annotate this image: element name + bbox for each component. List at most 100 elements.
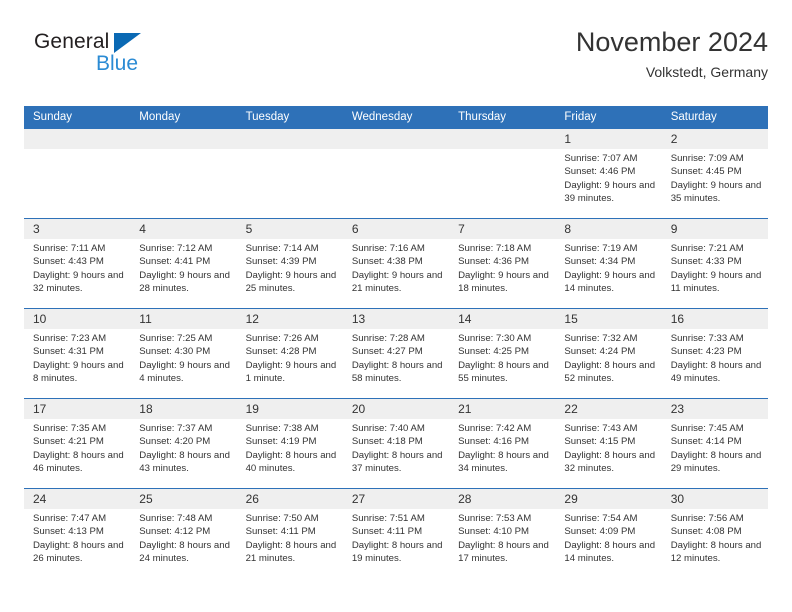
sunset-time: Sunset: 4:14 PM bbox=[670, 436, 742, 448]
calendar-week-row: 3 Sunrise: 7:11 AM Sunset: 4:43 PM Daylight… bbox=[24, 218, 768, 309]
calendar-day-cell[interactable]: 5 Sunrise: 7:14 AM Sunset: 4:39 PM Daylight… bbox=[236, 218, 343, 309]
daylight-duration: Daylight: 8 hours and 55 minutes. bbox=[458, 359, 549, 384]
calendar-day-cell[interactable]: 28 Sunrise: 7:53 AM Sunset: 4:10 PM Dayligh… bbox=[449, 488, 556, 579]
daylight-duration: Daylight: 9 hours and 18 minutes. bbox=[458, 269, 549, 294]
day-details: Sunrise: 7:30 AM Sunset: 4:25 PM Daylight:… bbox=[449, 329, 555, 385]
day-number: 7 bbox=[449, 219, 556, 239]
day-number: 5 bbox=[236, 219, 343, 239]
calendar-day-cell[interactable]: 26 Sunrise: 7:50 AM Sunset: 4:11 PM Dayligh… bbox=[236, 488, 343, 579]
day-number: 21 bbox=[449, 399, 556, 419]
day-number: 17 bbox=[24, 399, 131, 419]
daylight-duration: Daylight: 9 hours and 8 minutes. bbox=[33, 359, 124, 384]
daylight-duration: Daylight: 8 hours and 46 minutes. bbox=[33, 449, 124, 474]
sunset-time: Sunset: 4:34 PM bbox=[564, 256, 636, 268]
calendar-day-cell[interactable]: 4 Sunrise: 7:12 AM Sunset: 4:41 PM Daylight… bbox=[130, 218, 237, 309]
day-details: Sunrise: 7:18 AM Sunset: 4:36 PM Daylight:… bbox=[449, 239, 555, 295]
calendar-day-cell[interactable]: 8 Sunrise: 7:19 AM Sunset: 4:34 PM Daylight… bbox=[555, 218, 662, 309]
sunset-time: Sunset: 4:33 PM bbox=[670, 256, 742, 268]
sunrise-sunset-calendar: Sunday Monday Tuesday Wednesday Thursday… bbox=[24, 106, 768, 579]
sunrise-time: Sunrise: 7:18 AM bbox=[458, 243, 532, 254]
daylight-duration: Daylight: 9 hours and 14 minutes. bbox=[564, 269, 656, 294]
calendar-day-cell[interactable]: 23 Sunrise: 7:45 AM Sunset: 4:14 PM Dayligh… bbox=[661, 398, 768, 489]
calendar-week-row: 1 Sunrise: 7:07 AM Sunset: 4:46 PM Daylight… bbox=[24, 128, 768, 219]
sunrise-time: Sunrise: 7:37 AM bbox=[139, 423, 213, 434]
daylight-duration: Daylight: 8 hours and 24 minutes. bbox=[139, 539, 230, 564]
calendar-day-cell[interactable]: 12 Sunrise: 7:26 AM Sunset: 4:28 PM Dayligh… bbox=[236, 308, 343, 399]
sunset-time: Sunset: 4:20 PM bbox=[139, 436, 211, 448]
daylight-duration: Daylight: 8 hours and 19 minutes. bbox=[351, 539, 443, 564]
sunset-time: Sunset: 4:31 PM bbox=[33, 346, 104, 358]
day-details: Sunrise: 7:40 AM Sunset: 4:18 PM Daylight:… bbox=[343, 419, 449, 475]
sunset-time: Sunset: 4:28 PM bbox=[245, 346, 317, 358]
calendar-day-cell[interactable]: 7 Sunrise: 7:18 AM Sunset: 4:36 PM Daylight… bbox=[449, 218, 556, 309]
sunset-time: Sunset: 4:19 PM bbox=[245, 436, 317, 448]
day-details: Sunrise: 7:11 AM Sunset: 4:43 PM Daylight:… bbox=[24, 239, 130, 295]
daylight-duration: Daylight: 8 hours and 49 minutes. bbox=[670, 359, 762, 384]
general-blue-logo[interactable]: General Blue bbox=[34, 30, 254, 88]
day-number: 22 bbox=[555, 399, 662, 419]
calendar-body: 1 Sunrise: 7:07 AM Sunset: 4:46 PM Daylight… bbox=[24, 128, 768, 579]
daylight-duration: Daylight: 8 hours and 34 minutes. bbox=[458, 449, 549, 474]
calendar-day-cell[interactable]: 20 Sunrise: 7:40 AM Sunset: 4:18 PM Dayligh… bbox=[342, 398, 450, 489]
daylight-duration: Daylight: 8 hours and 37 minutes. bbox=[351, 449, 443, 474]
calendar-day-cell[interactable]: 1 Sunrise: 7:07 AM Sunset: 4:46 PM Daylight… bbox=[555, 128, 662, 219]
sunset-time: Sunset: 4:43 PM bbox=[33, 256, 104, 268]
day-number: 12 bbox=[236, 309, 343, 329]
calendar-day-cell[interactable]: 3 Sunrise: 7:11 AM Sunset: 4:43 PM Daylight… bbox=[24, 218, 131, 309]
calendar-day-cell[interactable]: 13 Sunrise: 7:28 AM Sunset: 4:27 PM Dayligh… bbox=[342, 308, 450, 399]
daylight-duration: Daylight: 8 hours and 21 minutes. bbox=[245, 539, 337, 564]
day-details: Sunrise: 7:09 AM Sunset: 4:45 PM Daylight:… bbox=[662, 149, 768, 205]
calendar-day-cell[interactable]: 11 Sunrise: 7:25 AM Sunset: 4:30 PM Dayligh… bbox=[130, 308, 237, 399]
daylight-duration: Daylight: 8 hours and 52 minutes. bbox=[564, 359, 656, 384]
day-number: 11 bbox=[130, 309, 237, 329]
calendar-page: General Blue November 2024 Volkstedt, Ge… bbox=[0, 0, 792, 612]
day-details: Sunrise: 7:45 AM Sunset: 4:14 PM Daylight:… bbox=[662, 419, 768, 475]
page-header: General Blue November 2024 Volkstedt, Ge… bbox=[24, 26, 768, 98]
day-number bbox=[342, 129, 450, 149]
sunrise-time: Sunrise: 7:42 AM bbox=[458, 423, 532, 434]
daylight-duration: Daylight: 9 hours and 39 minutes. bbox=[564, 179, 656, 204]
calendar-day-cell[interactable]: 14 Sunrise: 7:30 AM Sunset: 4:25 PM Dayligh… bbox=[449, 308, 556, 399]
day-number: 16 bbox=[661, 309, 768, 329]
calendar-day-cell-empty bbox=[24, 128, 131, 219]
sunrise-time: Sunrise: 7:19 AM bbox=[564, 243, 638, 254]
calendar-day-cell[interactable]: 18 Sunrise: 7:37 AM Sunset: 4:20 PM Dayligh… bbox=[130, 398, 237, 489]
day-number: 27 bbox=[342, 489, 450, 509]
calendar-day-cell[interactable]: 17 Sunrise: 7:35 AM Sunset: 4:21 PM Dayligh… bbox=[24, 398, 131, 489]
day-number: 10 bbox=[24, 309, 131, 329]
calendar-day-cell[interactable]: 9 Sunrise: 7:21 AM Sunset: 4:33 PM Daylight… bbox=[661, 218, 768, 309]
calendar-day-cell[interactable]: 2 Sunrise: 7:09 AM Sunset: 4:45 PM Daylight… bbox=[661, 128, 768, 219]
calendar-day-cell[interactable]: 30 Sunrise: 7:56 AM Sunset: 4:08 PM Dayligh… bbox=[661, 488, 768, 579]
weekday-header-monday: Monday bbox=[130, 106, 237, 129]
calendar-day-cell[interactable]: 24 Sunrise: 7:47 AM Sunset: 4:13 PM Dayligh… bbox=[24, 488, 131, 579]
day-number: 15 bbox=[555, 309, 662, 329]
calendar-day-cell-empty bbox=[236, 128, 343, 219]
daylight-duration: Daylight: 9 hours and 21 minutes. bbox=[351, 269, 443, 294]
calendar-day-cell[interactable]: 15 Sunrise: 7:32 AM Sunset: 4:24 PM Dayligh… bbox=[555, 308, 662, 399]
day-details: Sunrise: 7:51 AM Sunset: 4:11 PM Daylight:… bbox=[343, 509, 449, 565]
calendar-day-cell[interactable]: 22 Sunrise: 7:43 AM Sunset: 4:15 PM Dayligh… bbox=[555, 398, 662, 489]
calendar-day-cell[interactable]: 6 Sunrise: 7:16 AM Sunset: 4:38 PM Daylight… bbox=[342, 218, 450, 309]
calendar-day-cell[interactable]: 29 Sunrise: 7:54 AM Sunset: 4:09 PM Dayligh… bbox=[555, 488, 662, 579]
calendar-day-cell[interactable]: 16 Sunrise: 7:33 AM Sunset: 4:23 PM Dayligh… bbox=[661, 308, 768, 399]
calendar-week-row: 17 Sunrise: 7:35 AM Sunset: 4:21 PM Dayligh… bbox=[24, 398, 768, 489]
day-number: 18 bbox=[130, 399, 237, 419]
sunrise-time: Sunrise: 7:14 AM bbox=[245, 243, 319, 254]
day-details: Sunrise: 7:07 AM Sunset: 4:46 PM Daylight:… bbox=[555, 149, 661, 205]
calendar-day-cell[interactable]: 25 Sunrise: 7:48 AM Sunset: 4:12 PM Dayligh… bbox=[130, 488, 237, 579]
sunrise-time: Sunrise: 7:40 AM bbox=[351, 423, 425, 434]
daylight-duration: Daylight: 8 hours and 58 minutes. bbox=[351, 359, 443, 384]
calendar-day-cell[interactable]: 10 Sunrise: 7:23 AM Sunset: 4:31 PM Dayligh… bbox=[24, 308, 131, 399]
day-details: Sunrise: 7:37 AM Sunset: 4:20 PM Daylight:… bbox=[130, 419, 236, 475]
day-number: 29 bbox=[555, 489, 662, 509]
calendar-header-row: Sunday Monday Tuesday Wednesday Thursday… bbox=[24, 106, 768, 129]
sunset-time: Sunset: 4:18 PM bbox=[351, 436, 423, 448]
calendar-day-cell[interactable]: 19 Sunrise: 7:38 AM Sunset: 4:19 PM Dayligh… bbox=[236, 398, 343, 489]
calendar-day-cell[interactable]: 21 Sunrise: 7:42 AM Sunset: 4:16 PM Dayligh… bbox=[449, 398, 556, 489]
day-number: 30 bbox=[661, 489, 768, 509]
sunset-time: Sunset: 4:38 PM bbox=[351, 256, 423, 268]
sunset-time: Sunset: 4:11 PM bbox=[245, 526, 316, 538]
calendar-week-row: 24 Sunrise: 7:47 AM Sunset: 4:13 PM Dayligh… bbox=[24, 488, 768, 579]
sunrise-time: Sunrise: 7:45 AM bbox=[670, 423, 744, 434]
calendar-day-cell[interactable]: 27 Sunrise: 7:51 AM Sunset: 4:11 PM Dayligh… bbox=[342, 488, 450, 579]
